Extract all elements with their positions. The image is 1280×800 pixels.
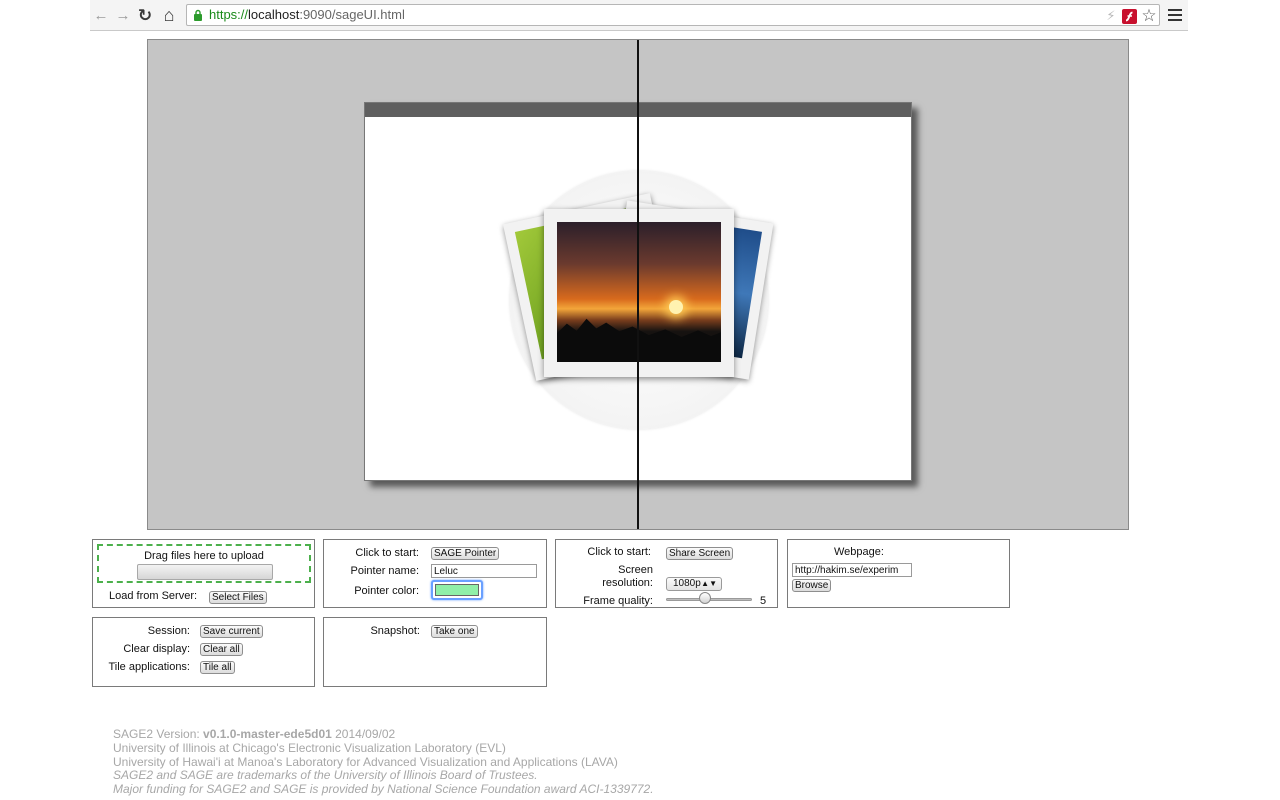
lightning-icon[interactable]: ⚡ [1103, 8, 1119, 24]
browser-toolbar: ← → ↻ ⌂ https://localhost:9090/sageUI.ht… [90, 0, 1188, 31]
webpage-panel: Webpage: Browse [787, 539, 1010, 608]
select-files-button[interactable]: Select Files [209, 591, 267, 604]
upload-panel: Drag files here to upload Load from Serv… [92, 539, 315, 608]
footer-version-line: SAGE2 Version: v0.1.0-master-ede5d01 201… [113, 727, 654, 742]
frame-quality-slider-thumb[interactable] [698, 592, 711, 604]
screen-resolution-value: 1080p [673, 578, 701, 589]
back-arrow-icon[interactable]: ← [90, 4, 112, 26]
screen-resolution-label-line2: resolution: [602, 577, 653, 589]
url-host: localhost [248, 7, 300, 22]
home-icon[interactable]: ⌂ [158, 4, 180, 26]
snapshot-panel: Snapshot: Take one [323, 617, 547, 687]
screen-resolution-label-line1: Screen [618, 564, 653, 576]
display-tile-divider [637, 40, 639, 529]
footer-trademark-line: SAGE2 and SAGE are trademarks of the Uni… [113, 768, 538, 783]
clear-all-button[interactable]: Clear all [200, 643, 243, 656]
clear-display-label: Clear display: [123, 643, 190, 655]
save-session-button[interactable]: Save current [200, 625, 263, 638]
file-drop-zone[interactable]: Drag files here to upload [97, 544, 311, 583]
display-preview[interactable] [147, 39, 1129, 530]
url-path: :9090/sageUI.html [299, 7, 405, 22]
forward-arrow-icon[interactable]: → [112, 4, 134, 26]
reload-icon[interactable]: ↻ [134, 4, 156, 26]
lock-icon [194, 9, 202, 21]
version-prefix: SAGE2 Version: [113, 727, 204, 741]
frame-quality-label: Frame quality: [583, 595, 653, 607]
version-date: 2014/09/02 [331, 727, 396, 741]
pointer-color-swatch [435, 584, 479, 596]
take-snapshot-button[interactable]: Take one [431, 625, 478, 638]
address-bar[interactable]: https://localhost:9090/sageUI.html ⚡ ☆ [186, 4, 1160, 26]
photos-app-icon [503, 171, 774, 429]
webpage-url-input[interactable] [792, 563, 912, 577]
bookmark-star-icon[interactable]: ☆ [1141, 6, 1157, 25]
footer-evl-line: University of Illinois at Chicago's Elec… [113, 740, 506, 755]
drop-zone-text: Drag files here to upload [144, 550, 264, 562]
footer-lava-line: University of Hawai'i at Manoa's Laborat… [113, 754, 618, 769]
screen-share-panel: Click to start: Share Screen Screen reso… [555, 539, 778, 608]
menu-icon[interactable] [1168, 6, 1182, 24]
version-string: v0.1.0-master-ede5d01 [203, 727, 332, 741]
pointer-panel: Click to start: SAGE Pointer Pointer nam… [323, 539, 547, 608]
session-panel: Session: Save current Clear display: Cle… [92, 617, 315, 687]
address-url: https://localhost:9090/sageUI.html [209, 5, 405, 25]
webpage-label: Webpage: [834, 546, 884, 558]
pointer-name-label: Pointer name: [350, 565, 419, 577]
frame-quality-value: 5 [760, 595, 767, 607]
screen-share-start-label: Click to start: [587, 546, 651, 558]
tile-applications-label: Tile applications: [108, 661, 190, 673]
upload-progress-bar [137, 564, 273, 580]
pointer-color-label: Pointer color: [354, 585, 419, 597]
tile-all-button[interactable]: Tile all [200, 661, 235, 674]
url-scheme: https:// [209, 7, 249, 22]
session-label: Session: [147, 625, 190, 637]
select-updown-icon: ▲▼ [701, 579, 717, 588]
footer-funding-line: Major funding for SAGE2 and SAGE is prov… [113, 782, 654, 797]
snapshot-label: Snapshot: [370, 625, 420, 637]
browse-button[interactable]: Browse [792, 579, 832, 592]
pointer-color-picker[interactable] [431, 580, 483, 600]
footer: SAGE2 Version: v0.1.0-master-ede5d01 201… [113, 727, 654, 797]
pointer-start-label: Click to start: [355, 547, 419, 559]
share-screen-button[interactable]: Share Screen [666, 547, 734, 560]
flash-icon[interactable] [1121, 8, 1137, 24]
sage-pointer-button[interactable]: SAGE Pointer [431, 547, 500, 560]
load-from-server-label: Load from Server: [109, 590, 198, 602]
screen-resolution-select[interactable]: 1080p ▲▼ [666, 577, 722, 591]
pointer-name-input[interactable] [431, 564, 537, 578]
